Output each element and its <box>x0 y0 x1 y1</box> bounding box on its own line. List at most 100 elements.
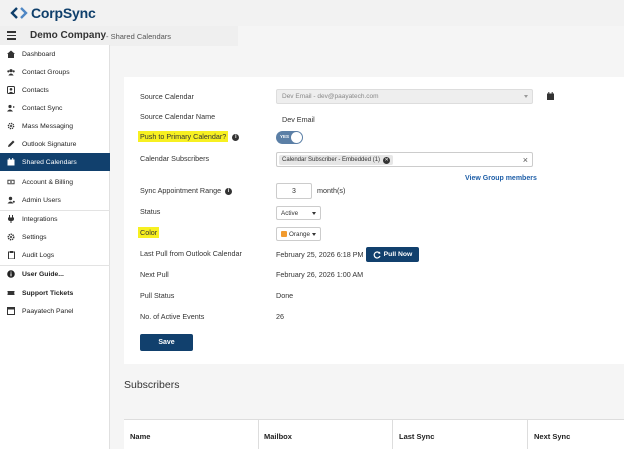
calendar-icon <box>7 158 15 166</box>
sidebar: Dashboard Contact Groups Contacts Contac… <box>0 45 110 449</box>
column-header-next-sync[interactable]: Next Sync <box>534 432 570 441</box>
page-header: Demo Company - Shared Calendars <box>0 26 624 46</box>
sidebar-item-dashboard[interactable]: Dashboard <box>0 45 110 63</box>
settings-icon <box>7 233 15 241</box>
contact-sync-icon <box>7 104 15 112</box>
active-events-value: 26 <box>276 312 284 321</box>
sidebar-item-label: Mass Messaging <box>22 122 73 130</box>
column-divider <box>392 420 393 449</box>
push-primary-label-text: Push to Primary Calendar? <box>138 131 229 142</box>
ticket-icon <box>7 289 15 297</box>
color-value: Orange <box>289 231 311 238</box>
status-label: Status <box>140 207 161 216</box>
sidebar-item-label: Support Tickets <box>22 289 74 297</box>
source-calendar-select: Dev Email - dev@paayatech.com <box>276 89 533 104</box>
sync-range-label-text: Sync Appointment Range <box>140 186 222 195</box>
sidebar-item-contact-sync[interactable]: Contact Sync <box>0 99 110 117</box>
subscriber-tag-label: Calendar Subscriber - Embedded (1) <box>282 157 381 163</box>
contact-icon <box>7 86 15 94</box>
sidebar-item-user-guide[interactable]: User Guide... <box>0 265 110 283</box>
sidebar-item-label: Contact Groups <box>22 68 70 76</box>
sync-range-label: Sync Appointment Range i <box>140 186 233 195</box>
sidebar-item-label: Admin Users <box>22 196 61 204</box>
sidebar-item-label: Settings <box>22 233 47 241</box>
source-calendar-name-value: Dev Email <box>282 115 315 124</box>
chevron-down-icon <box>312 212 316 215</box>
sidebar-item-shared-calendars[interactable]: Shared Calendars <box>0 153 110 171</box>
clear-icon[interactable]: × <box>523 155 528 165</box>
source-calendar-value: Dev Email - dev@paayatech.com <box>282 93 379 100</box>
billing-icon <box>7 178 15 186</box>
sidebar-item-contact-groups[interactable]: Contact Groups <box>0 63 110 81</box>
brand-bar: CorpSync <box>0 0 624 26</box>
sync-range-input[interactable]: 3 <box>276 183 312 199</box>
logo[interactable]: CorpSync <box>10 5 96 21</box>
sidebar-item-account-billing[interactable]: Account & Billing <box>0 173 110 191</box>
color-label: Color <box>138 227 160 238</box>
sidebar-item-audit-logs[interactable]: Audit Logs <box>0 246 110 264</box>
logo-icon <box>10 7 28 19</box>
plug-icon <box>7 215 15 223</box>
color-label-text: Color <box>138 227 160 238</box>
home-icon <box>7 50 15 58</box>
clipboard-icon <box>7 251 15 259</box>
status-value: Active <box>281 210 299 217</box>
column-header-last-sync[interactable]: Last Sync <box>399 432 434 441</box>
remove-tag-icon[interactable]: ✕ <box>383 156 391 164</box>
save-button[interactable]: Save <box>140 334 193 351</box>
admin-icon <box>7 196 15 204</box>
sidebar-item-admin-users[interactable]: Admin Users <box>0 191 110 209</box>
active-events-label: No. of Active Events <box>140 312 205 321</box>
brand-name: CorpSync <box>31 5 96 21</box>
last-pull-value: February 25, 2026 6:18 PM <box>276 250 364 259</box>
source-calendar-label: Source Calendar <box>140 92 194 101</box>
column-divider <box>527 420 528 449</box>
hamburger-menu-icon[interactable] <box>7 31 16 40</box>
sidebar-item-label: Dashboard <box>22 50 56 58</box>
info-icon[interactable]: i <box>232 133 240 141</box>
view-group-members-link[interactable]: View Group members <box>465 175 537 182</box>
calendar-subscribers-label: Calendar Subscribers <box>140 154 210 163</box>
sync-range-unit: month(s) <box>317 186 346 195</box>
source-calendar-name-label: Source Calendar Name <box>140 112 216 121</box>
sidebar-item-label: Audit Logs <box>22 251 55 259</box>
sidebar-item-label: Outlook Signature <box>22 140 77 148</box>
pen-icon <box>7 140 15 148</box>
sidebar-item-support-tickets[interactable]: Support Tickets <box>0 284 110 302</box>
chevron-down-icon <box>524 95 528 98</box>
status-select[interactable]: Active <box>276 206 321 220</box>
next-pull-value: February 26, 2026 1:00 AM <box>276 270 364 279</box>
sidebar-item-label: Account & Billing <box>22 178 74 186</box>
column-header-name[interactable]: Name <box>130 432 150 441</box>
subscribers-title: Subscribers <box>124 379 180 391</box>
sidebar-item-label: Integrations <box>22 215 58 223</box>
chevron-down-icon <box>312 233 316 236</box>
sidebar-item-mass-messaging[interactable]: Mass Messaging <box>0 117 110 135</box>
column-divider <box>258 420 259 449</box>
calendar-icon[interactable] <box>547 92 554 100</box>
last-pull-label: Last Pull from Outlook Calendar <box>140 249 242 258</box>
breadcrumb: - Shared Calendars <box>106 32 172 41</box>
sidebar-item-settings[interactable]: Settings <box>0 228 110 246</box>
subscribers-table: Name Mailbox Last Sync Next Sync <box>124 419 624 449</box>
sidebar-item-contacts[interactable]: Contacts <box>0 81 110 99</box>
sidebar-item-paayatech-panel[interactable]: Paayatech Panel <box>0 302 110 320</box>
sidebar-item-integrations[interactable]: Integrations <box>0 210 110 228</box>
push-primary-toggle[interactable]: YES <box>276 131 303 144</box>
sidebar-item-label: Contacts <box>22 86 49 94</box>
refresh-icon <box>373 250 381 259</box>
column-header-mailbox[interactable]: Mailbox <box>264 432 292 441</box>
sidebar-item-label: Paayatech Panel <box>22 307 74 315</box>
pull-status-value: Done <box>276 291 294 300</box>
calendar-subscribers-input[interactable]: Calendar Subscriber - Embedded (1) ✕ × <box>276 152 533 167</box>
gear-icon <box>7 122 15 130</box>
sidebar-item-outlook-signature[interactable]: Outlook Signature <box>0 135 110 153</box>
pull-status-label: Pull Status <box>140 291 175 300</box>
header-title-area: Demo Company - Shared Calendars <box>0 26 238 46</box>
color-swatch <box>281 231 287 237</box>
color-select[interactable]: Orange <box>276 227 321 241</box>
push-primary-label: Push to Primary Calendar? i <box>138 131 240 142</box>
pull-now-button[interactable]: Pull Now <box>366 247 419 262</box>
subscriber-tag: Calendar Subscriber - Embedded (1) ✕ <box>279 155 394 165</box>
info-icon[interactable]: i <box>225 187 233 195</box>
